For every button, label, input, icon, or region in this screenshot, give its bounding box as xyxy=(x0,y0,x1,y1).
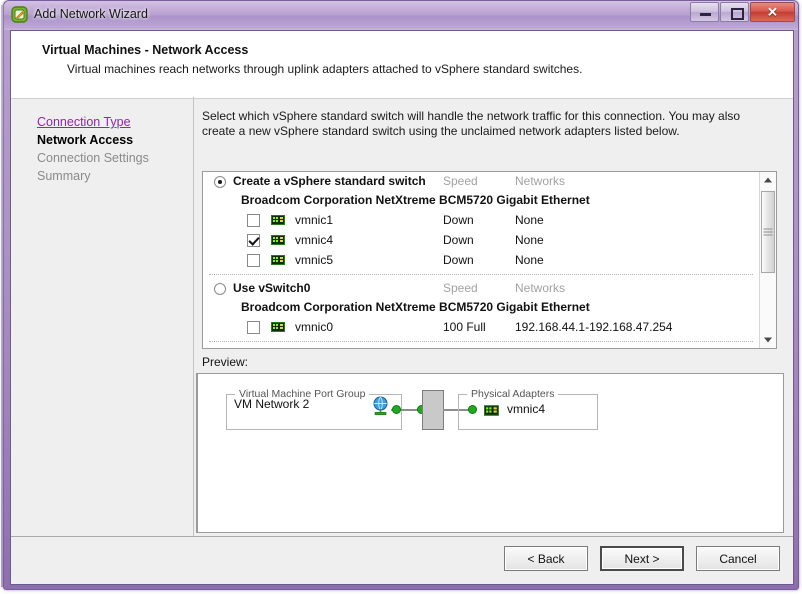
back-button[interactable]: < Back xyxy=(504,546,588,571)
adapter-speed: Down xyxy=(443,213,474,227)
radio-create-vsphere-standard-switch[interactable] xyxy=(214,176,226,188)
adapter-checkbox-vmnic5[interactable] xyxy=(247,254,260,267)
adapter-name: vmnic0 xyxy=(295,320,334,334)
adapter-name: vmnic5 xyxy=(295,253,334,267)
maximize-icon xyxy=(731,8,744,20)
preview-label: Preview: xyxy=(202,355,249,369)
close-icon: ✕ xyxy=(767,4,778,20)
maximize-button[interactable] xyxy=(720,2,749,22)
sidebar-item-summary: Summary xyxy=(37,169,91,183)
sidebar-item-connection-settings: Connection Settings xyxy=(37,151,149,165)
page-title: Virtual Machines - Network Access xyxy=(42,43,249,57)
adapter-networks: None xyxy=(515,233,544,247)
table-row[interactable]: vmnic1 Down None xyxy=(203,211,759,231)
port-group-name: VM Network 2 xyxy=(234,397,310,411)
adapter-checkbox-vmnic4[interactable] xyxy=(247,234,260,247)
column-header-networks: Networks xyxy=(515,174,566,188)
wizard-content: Select which vSphere standard switch wil… xyxy=(194,99,793,537)
adapter-checkbox-vmnic0[interactable] xyxy=(247,321,260,334)
scroll-up-arrow-icon[interactable] xyxy=(760,172,776,188)
sidebar-item-network-access[interactable]: Network Access xyxy=(37,131,193,149)
column-header-networks: Networks xyxy=(515,281,566,295)
title-bar[interactable]: Add Network Wizard ✕ xyxy=(4,1,798,30)
wizard-header: Virtual Machines - Network Access Virtua… xyxy=(11,31,793,99)
physical-adapter-name: vmnic4 xyxy=(507,402,546,416)
virtual-switch-node xyxy=(422,390,444,430)
switch-group-header[interactable]: Use vSwitch0 Speed Networks xyxy=(203,279,759,299)
switch-group-title: Create a vSphere standard switch xyxy=(233,174,426,188)
group-separator xyxy=(209,274,753,275)
connector-dot xyxy=(392,405,401,414)
wizard-steps-sidebar: Connection Type Network Access Connectio… xyxy=(11,99,193,537)
switch-group-vswitch0[interactable]: Use vSwitch0 Speed Networks Broadcom Cor… xyxy=(203,279,759,338)
network-adapter-icon xyxy=(271,254,286,266)
scrollbar-thumb[interactable] xyxy=(761,191,775,273)
adapter-networks: 192.168.44.1-192.168.47.254 xyxy=(515,320,673,334)
adapter-name: vmnic4 xyxy=(295,233,334,247)
switch-group-title: Use vSwitch0 xyxy=(233,281,311,295)
window-controls: ✕ xyxy=(689,2,795,22)
cancel-button[interactable]: Cancel xyxy=(696,546,780,571)
switch-group-header[interactable]: Create a vSphere standard switch Speed N… xyxy=(203,172,759,192)
column-header-speed: Speed xyxy=(443,174,478,188)
adapter-speed: Down xyxy=(443,253,474,267)
minimize-button[interactable] xyxy=(690,2,719,22)
radio-use-vswitch0[interactable] xyxy=(214,283,226,295)
adapter-vendor-label: Broadcom Corporation NetXtreme BCM5720 G… xyxy=(203,299,759,318)
table-row[interactable]: vmnic0 100 Full 192.168.44.1-192.168.47.… xyxy=(203,318,759,338)
column-header-speed: Speed xyxy=(443,281,478,295)
window-title: Add Network Wizard xyxy=(34,7,148,21)
next-button[interactable]: Next > xyxy=(600,546,684,571)
adapter-speed: 100 Full xyxy=(443,320,486,334)
page-subtitle: Virtual machines reach networks through … xyxy=(67,62,583,76)
network-adapter-icon xyxy=(271,321,286,333)
switch-group-header[interactable]: Use vSwitch1 Speed Networks xyxy=(203,346,759,348)
adapter-networks: None xyxy=(515,253,544,267)
network-adapter-icon xyxy=(271,214,286,226)
close-button[interactable]: ✕ xyxy=(750,2,795,22)
vsphere-network-icon xyxy=(11,6,28,23)
vendor-text: Broadcom Corporation NetXtreme BCM5720 G… xyxy=(241,193,590,207)
list-scrollbar[interactable] xyxy=(759,172,776,348)
adapter-speed: Down xyxy=(443,233,474,247)
network-adapter-icon xyxy=(271,234,286,246)
adapter-checkbox-vmnic1[interactable] xyxy=(247,214,260,227)
network-adapter-icon xyxy=(484,404,500,417)
dialog-footer: < Back Next > Cancel xyxy=(11,536,793,584)
switch-group-vswitch1[interactable]: Use vSwitch1 Speed Networks xyxy=(203,346,759,348)
switch-group-create-new[interactable]: Create a vSphere standard switch Speed N… xyxy=(203,172,759,271)
vendor-text: Broadcom Corporation NetXtreme BCM5720 G… xyxy=(241,300,590,314)
network-topology-diagram: Virtual Machine Port Group VM Network 2 xyxy=(226,388,598,430)
physical-adapters-legend: Physical Adapters xyxy=(467,388,559,400)
add-network-wizard-window: Add Network Wizard ✕ Virtual Machines - … xyxy=(1,0,799,590)
footer-buttons: < Back Next > Cancel xyxy=(504,546,780,571)
adapter-networks: None xyxy=(515,213,544,227)
network-globe-icon xyxy=(371,396,390,416)
scrollbar-grip-icon xyxy=(763,227,773,238)
minimize-icon xyxy=(700,13,711,16)
dialog-client-area: Virtual Machines - Network Access Virtua… xyxy=(10,30,794,585)
table-row[interactable]: vmnic4 Down None xyxy=(203,231,759,251)
preview-panel: Virtual Machine Port Group VM Network 2 xyxy=(196,373,784,533)
wizard-body: Connection Type Network Access Connectio… xyxy=(11,97,793,537)
scroll-down-arrow-icon[interactable] xyxy=(760,332,776,348)
sidebar-item-connection-type[interactable]: Connection Type xyxy=(37,113,193,131)
adapter-name: vmnic1 xyxy=(295,213,334,227)
adapter-vendor-label: Broadcom Corporation NetXtreme BCM5720 G… xyxy=(203,192,759,211)
group-separator xyxy=(209,341,753,342)
instruction-text: Select which vSphere standard switch wil… xyxy=(202,109,741,138)
switch-list-viewport: Create a vSphere standard switch Speed N… xyxy=(203,172,759,348)
switch-selection-list[interactable]: Create a vSphere standard switch Speed N… xyxy=(202,171,777,349)
table-row[interactable]: vmnic5 Down None xyxy=(203,251,759,271)
